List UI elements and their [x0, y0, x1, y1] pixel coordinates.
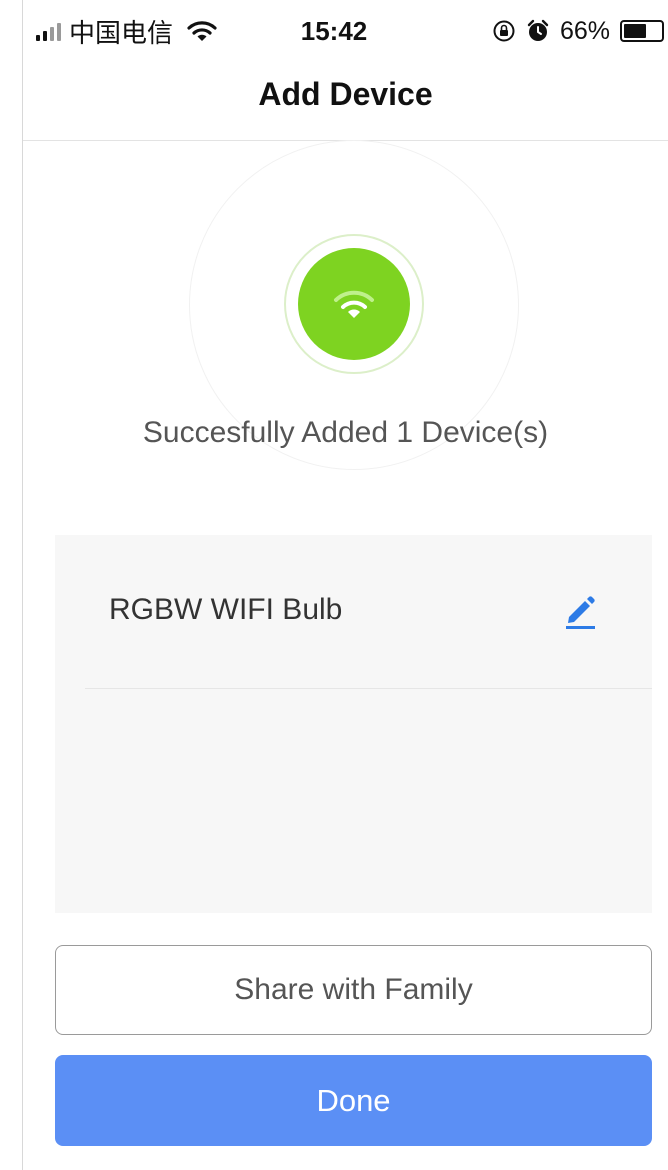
nav-bar: Add Device: [23, 62, 668, 141]
pencil-icon[interactable]: [563, 592, 597, 630]
left-edge-divider: [22, 0, 23, 1170]
wifi-icon: [334, 290, 374, 318]
alarm-icon: [527, 19, 549, 41]
device-name: RGBW WIFI Bulb: [109, 593, 343, 626]
success-badge: [298, 248, 410, 360]
list-item: RGBW WIFI Bulb: [55, 535, 652, 688]
share-with-family-button[interactable]: Share with Family: [55, 945, 652, 1035]
status-right: 66%: [492, 14, 664, 48]
device-list: RGBW WIFI Bulb: [55, 535, 652, 913]
row-divider: [85, 688, 652, 689]
status-bar: 中国电信 15:42 66%: [0, 0, 668, 62]
page-title: Add Device: [258, 76, 433, 112]
success-message: Succesfully Added 1 Device(s): [142, 416, 549, 449]
battery-fill: [624, 24, 647, 38]
done-button[interactable]: Done: [55, 1055, 652, 1146]
orientation-lock-icon: [493, 20, 515, 42]
battery-percent: 66%: [559, 16, 610, 45]
battery-icon: [620, 20, 664, 42]
